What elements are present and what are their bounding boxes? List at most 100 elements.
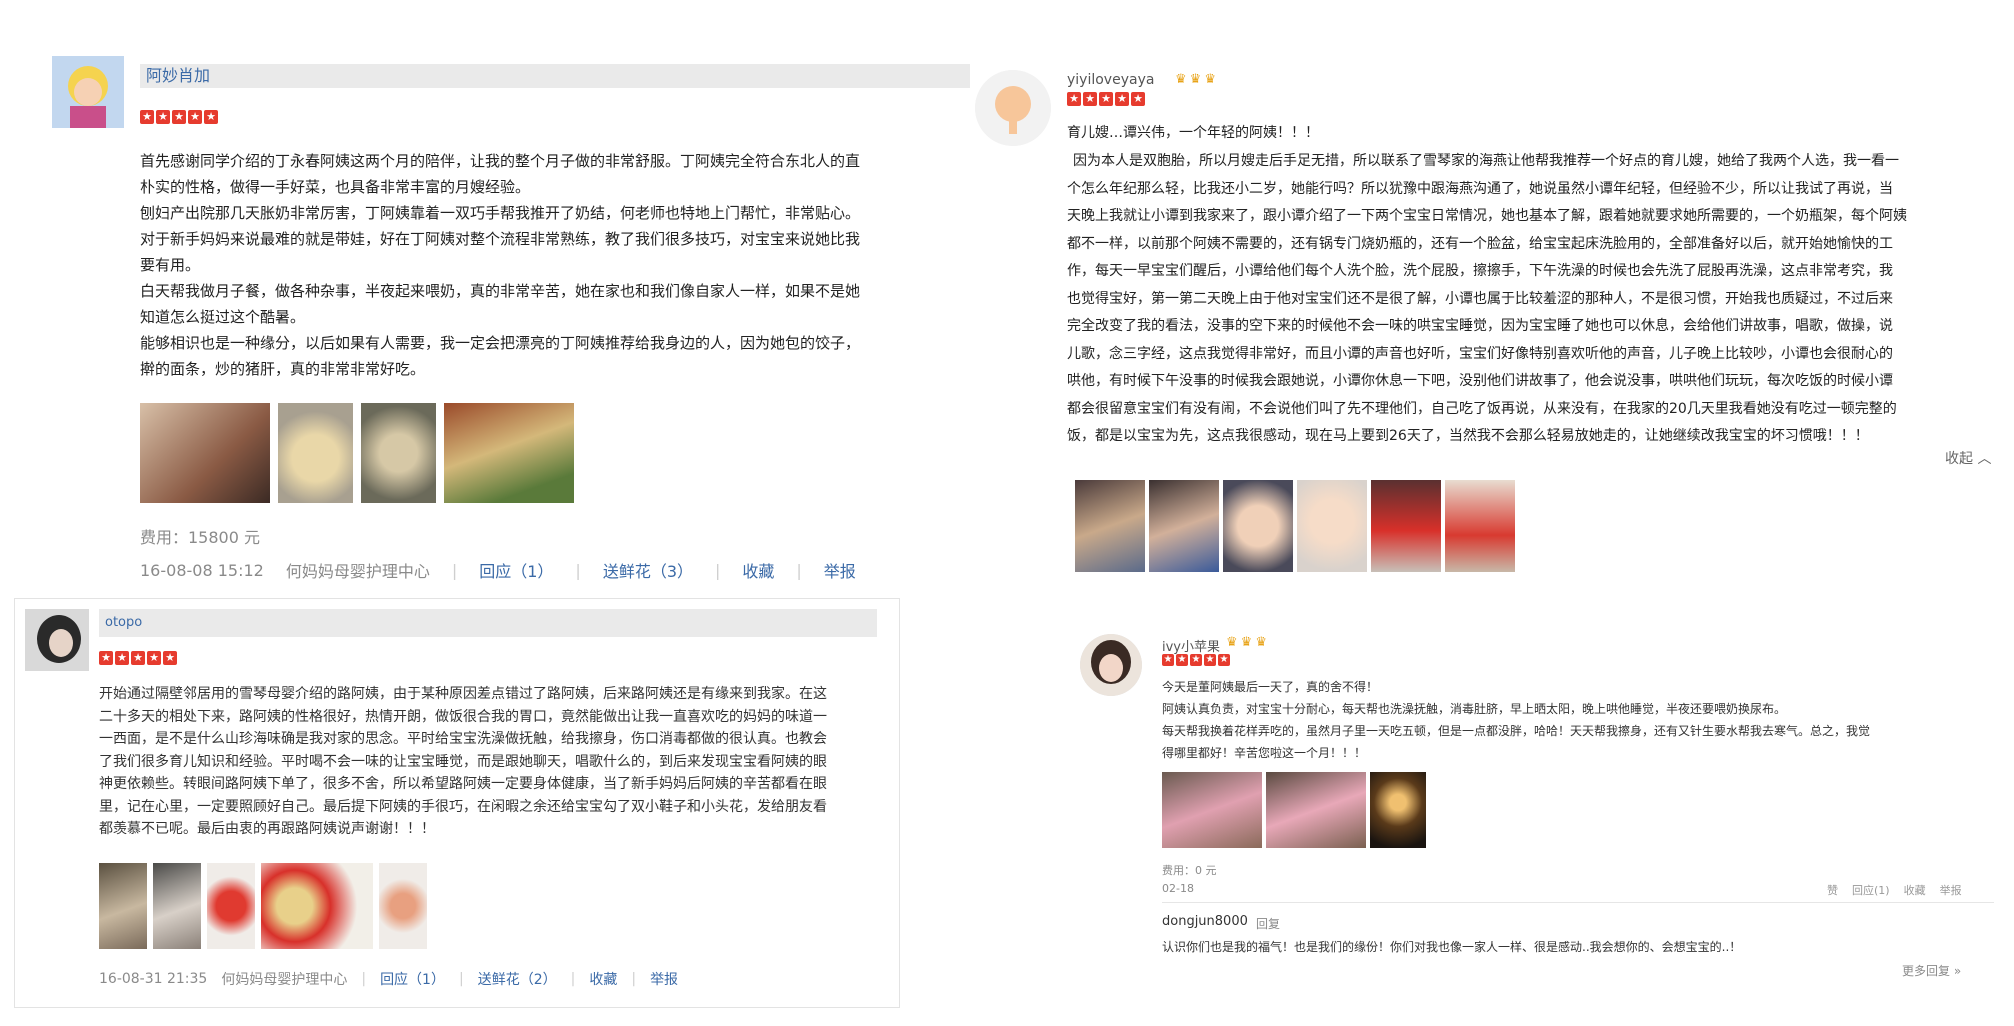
review-line: 得哪里都好！辛苦您啦这一个月！！！: [1162, 746, 1367, 760]
review-line: 完全改变了我的看法，没事的空下来的时候他不会一味的哄宝宝睡觉，因为宝宝睡了她也可…: [1067, 318, 1893, 334]
review-line: 阿姨认真负责，对宝宝十分耐心，每天帮也洗澡抚触，消毒肚脐，早上晒太阳，晚上哄他睡…: [1162, 702, 1787, 716]
review-line: 里，记在心里，一定要照顾好自己。最后提下阿姨的手很巧，在闲暇之余还给宝宝勾了双小…: [99, 798, 827, 815]
report-link[interactable]: 举报: [824, 558, 856, 582]
post-date: 16-08-31 21:35: [99, 971, 208, 987]
star-icon: ★: [131, 651, 145, 665]
reply-link[interactable]: 回应（1）: [380, 969, 445, 989]
review-line: 都会很留意宝宝们有没有闹，不会说他们叫了先不理他们，自己吃了饭再说，从来没有，在…: [1067, 400, 1897, 417]
collect-link[interactable]: 收藏: [742, 558, 774, 582]
username[interactable]: yiyiloveyaya: [1067, 72, 1154, 88]
center-link[interactable]: 何妈妈母婴护理中心: [221, 969, 347, 989]
photo-thumbnail[interactable]: [207, 863, 255, 949]
review-line: 知道怎么挺过这个酷暑。: [140, 308, 306, 326]
review-line: 对于新手妈妈来说最难的就是带娃，好在丁阿姨对整个流程非常熟练，教了我们很多技巧，…: [140, 230, 861, 248]
collect-link[interactable]: 收藏: [589, 969, 617, 989]
photo-thumbnail[interactable]: [261, 863, 373, 949]
star-icon: ★: [1099, 92, 1113, 106]
review-line: 都不一样，以前那个阿姨不需要的，还有锅专门烧奶瓶的，还有一个脸盆，给宝宝起床洗脸…: [1067, 235, 1893, 252]
more-replies-link[interactable]: 更多回复 »: [1902, 962, 1961, 979]
report-link[interactable]: 举报: [650, 969, 678, 989]
avatar-cartoon-icon: [52, 56, 124, 128]
photo-thumbnail[interactable]: [153, 863, 201, 949]
rating-stars: ★ ★ ★ ★ ★: [1162, 654, 1230, 666]
cost: 费用：15800 元: [140, 528, 260, 547]
review-card-3: otopo ★ ★ ★ ★ ★ 开始通过隔壁邻居用的雪琴母婴介绍的路阿姨，由于某…: [14, 598, 900, 1008]
crown-icon: ♛: [1226, 635, 1238, 650]
divider: [1162, 902, 1994, 903]
review-line: 儿歌，念三字经，这点我觉得非常好，而且小谭的声音也好听，宝宝们好像特别喜欢听他的…: [1067, 345, 1893, 362]
post-date: 02-18: [1162, 882, 1194, 895]
photo-thumbnail[interactable]: [99, 863, 147, 949]
crown-icon: ♛: [1255, 635, 1267, 650]
review-line: 白天帮我做月子餐，做各种杂事，半夜起来喂奶，真的非常辛苦，她在家也和我们像自家人…: [140, 282, 861, 300]
collect-link[interactable]: 收藏: [1904, 882, 1926, 898]
collapse-button[interactable]: 收起 ︿: [1945, 448, 1991, 468]
username[interactable]: otopo: [99, 609, 877, 637]
photo-thumbnail[interactable]: [278, 403, 353, 503]
review-line: 首先感谢同学介绍的丁永春阿姨这两个月的陪伴，让我的整个月子做的非常舒服。丁阿姨完…: [140, 152, 861, 170]
review-meta: 16-08-31 21:35 何妈妈母婴护理中心 | 回应（1） | 送鲜花（2…: [99, 969, 678, 989]
photo-thumbnail[interactable]: [444, 403, 574, 503]
star-icon: ★: [172, 110, 186, 124]
crown-icon: ♛: [1189, 72, 1202, 87]
like-link[interactable]: 赞: [1827, 882, 1838, 898]
review-headline: 育儿嫂…谭兴伟，一个年轻的阿姨！！！: [1067, 125, 1319, 141]
crown-icon: ♛: [1240, 635, 1253, 650]
avatar[interactable]: [25, 609, 89, 671]
star-icon: ★: [140, 110, 154, 124]
reply-tag: 回复: [1256, 917, 1281, 931]
review-line: 二十多天的相处下来，路阿姨的性格很好，热情开朗，做饭很合我的胃口，竟然能做出让我…: [99, 708, 827, 725]
reply-username[interactable]: dongjun8000: [1162, 914, 1248, 929]
photo-thumbnail[interactable]: [140, 403, 270, 503]
center-link[interactable]: 何妈妈母婴护理中心: [286, 558, 430, 582]
review-line: 开始通过隔壁邻居用的雪琴母婴介绍的路阿姨，由于某种原因差点错过了路阿姨，后来路阿…: [99, 686, 827, 702]
send-flowers-link[interactable]: 送鲜花（3）: [603, 558, 693, 582]
photo-thumbnail[interactable]: [1162, 772, 1262, 848]
review-line: 今天是董阿姨最后一天了，真的舍不得！: [1162, 680, 1379, 694]
photo-thumbnail[interactable]: [1370, 772, 1426, 848]
star-icon: ★: [99, 651, 113, 665]
photo-thumbnail[interactable]: [379, 863, 427, 949]
photo-thumbnail[interactable]: [1371, 480, 1441, 572]
default-avatar-icon: [975, 70, 1051, 146]
photo-thumbnails: [1075, 480, 1515, 572]
star-icon: ★: [1190, 654, 1202, 666]
photo-thumbnail[interactable]: [1297, 480, 1367, 572]
review-text: 首先感谢同学介绍的丁永春阿姨这两个月的陪伴，让我的整个月子做的非常舒服。丁阿姨完…: [140, 148, 970, 382]
reply-link[interactable]: 回应（1）: [479, 558, 553, 582]
avatar[interactable]: [1080, 634, 1142, 696]
avatar[interactable]: [52, 56, 124, 128]
post-date: 16-08-08 15:12: [140, 560, 264, 580]
star-icon: ★: [188, 110, 202, 124]
star-icon: ★: [156, 110, 170, 124]
photo-thumbnail[interactable]: [1445, 480, 1515, 572]
separator: |: [361, 971, 367, 987]
star-icon: ★: [1204, 654, 1216, 666]
photo-thumbnail[interactable]: [1223, 480, 1293, 572]
separator: |: [451, 560, 458, 580]
review-line: 每天帮我换着花样弄吃的，虽然月子里一天吃五顿，但是一点都没胖，哈哈！天天帮我擦身…: [1162, 724, 1871, 738]
photo-thumbnail[interactable]: [1149, 480, 1219, 572]
crown-icon: ♛: [1175, 72, 1187, 87]
cost: 费用：0 元: [1162, 864, 1217, 877]
review-line: 哄他，有时候下午没事的时候我会跟她说，小谭你休息一下吧，没别他们讲故事了，他会说…: [1067, 373, 1893, 389]
report-link[interactable]: 举报: [1940, 882, 1962, 898]
photo-thumbnail[interactable]: [1266, 772, 1366, 848]
avatar[interactable]: [975, 70, 1051, 146]
photo-thumbnails: [140, 403, 574, 503]
reply-link[interactable]: 回应(1): [1852, 882, 1890, 898]
username[interactable]: 阿妙肖加: [140, 64, 970, 88]
review-line: 饭，都是以宝宝为先，这点我很感动，现在马上要到26天了，当然我不会那么轻易放她走…: [1067, 428, 1869, 444]
send-flowers-link[interactable]: 送鲜花（2）: [478, 969, 557, 989]
star-icon: ★: [147, 651, 161, 665]
photo-thumbnail[interactable]: [361, 403, 436, 503]
photo-thumbnail[interactable]: [1075, 480, 1145, 572]
avatar-photo-icon: [1080, 634, 1142, 696]
review-line: 作，每天一早宝宝们醒后，小谭给他们每个人洗个脸，洗个屁股，擦擦手，下午洗澡的时候…: [1067, 263, 1893, 279]
username[interactable]: ivy小苹果: [1162, 636, 1220, 655]
avatar-photo-icon: [25, 609, 89, 671]
star-icon: ★: [1218, 654, 1230, 666]
star-icon: ★: [1115, 92, 1129, 106]
review-card-1: 阿妙肖加 ★ ★ ★ ★ ★ 首先感谢同学介绍的丁永春阿姨这两个月的陪伴，让我的…: [40, 50, 970, 590]
review-meta: 16-08-08 15:12 何妈妈母婴护理中心 | 回应（1） | 送鲜花（3…: [140, 558, 856, 582]
